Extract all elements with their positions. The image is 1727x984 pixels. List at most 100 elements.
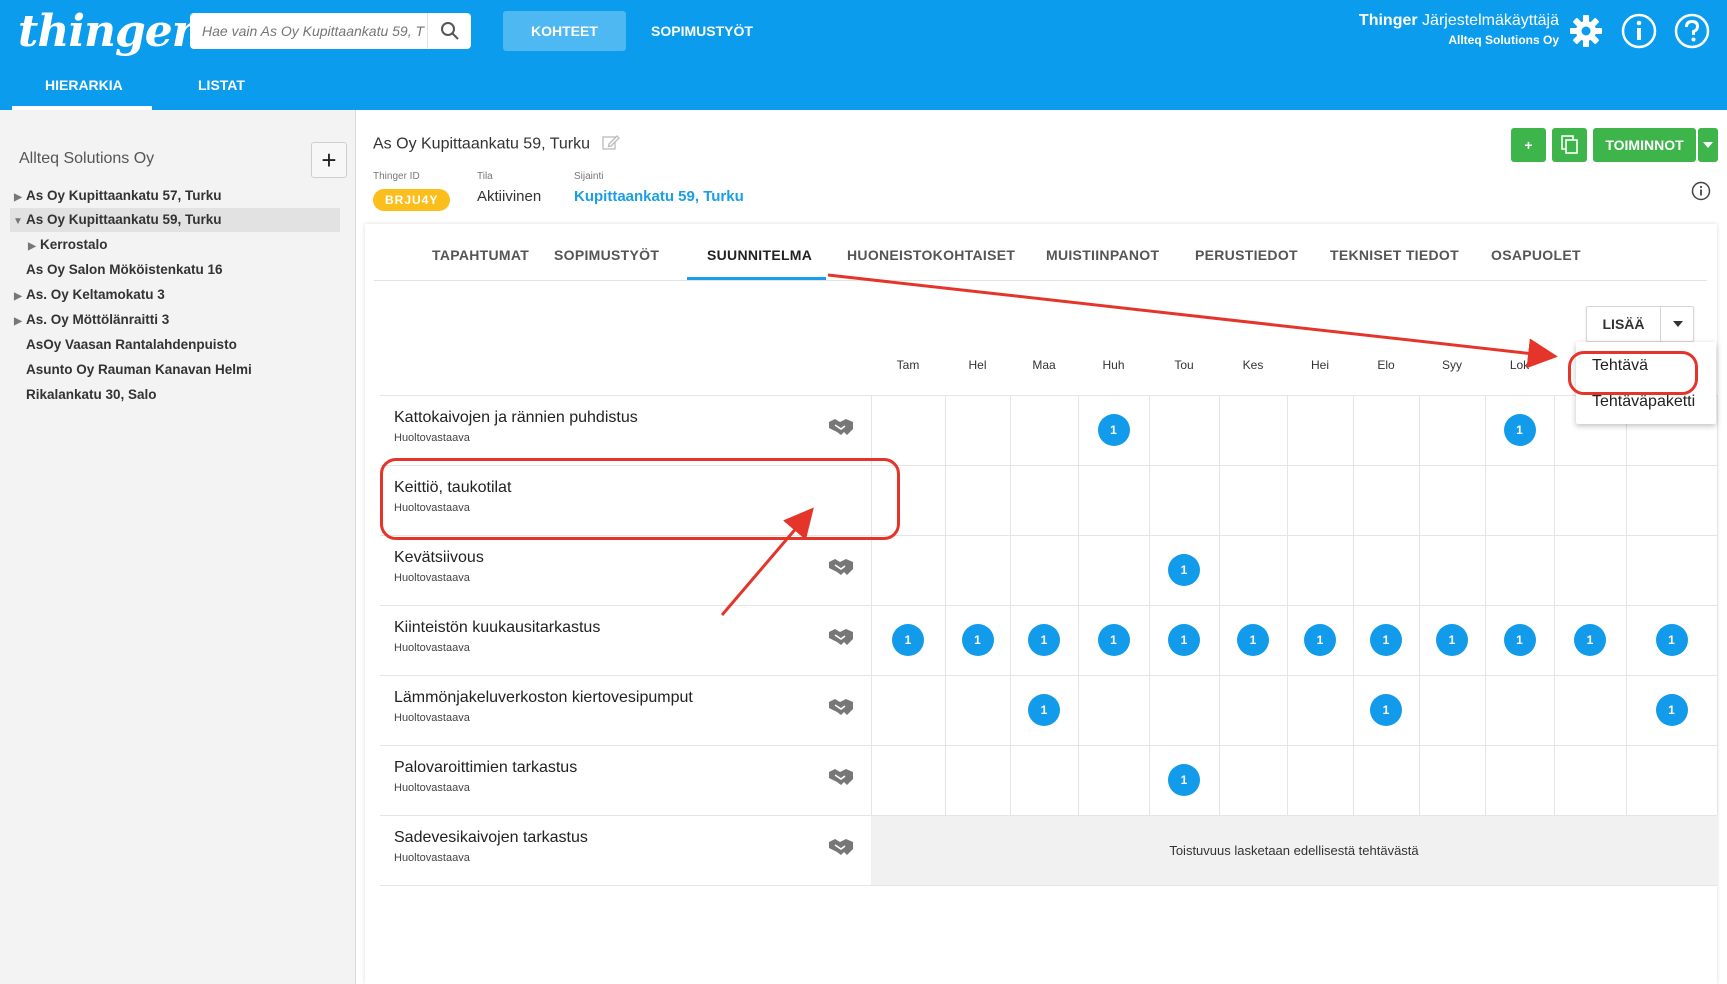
cell-divider xyxy=(1010,395,1011,465)
cell-divider xyxy=(945,465,946,535)
task-row[interactable]: Kiinteistön kuukausitarkastus Huoltovast… xyxy=(380,605,860,675)
gear-icon[interactable] xyxy=(1567,12,1605,50)
nav-sopimustyot[interactable]: SOPIMUSTYÖT xyxy=(623,11,781,51)
task-occurrence-badge[interactable]: 1 xyxy=(1028,624,1060,656)
thinger-logo[interactable]: thinger xyxy=(18,6,195,57)
task-occurrence-badge[interactable]: 1 xyxy=(1574,624,1606,656)
subnav-listat[interactable]: LISTAT xyxy=(198,77,245,93)
handshake-icon[interactable] xyxy=(828,556,854,583)
task-occurrence-badge[interactable]: 1 xyxy=(961,624,994,656)
cell-divider xyxy=(1485,605,1486,675)
handshake-icon[interactable] xyxy=(828,416,854,443)
tab-huoneistokohtaiset[interactable]: HUONEISTOKOHTAISET xyxy=(847,247,1015,267)
tree-item[interactable]: Asunto Oy Rauman Kanavan Helmi xyxy=(10,358,340,382)
help-icon[interactable] xyxy=(1673,12,1711,50)
expand-arrow-icon[interactable]: ▶ xyxy=(10,285,26,309)
cell-divider xyxy=(1078,745,1079,815)
tree-item[interactable]: ▶ Kerrostalo xyxy=(24,233,354,257)
actions-dropdown-toggle[interactable] xyxy=(1698,128,1718,162)
tree-item[interactable]: ▶ As. Oy Keltamokatu 3 xyxy=(10,283,340,307)
handshake-icon[interactable] xyxy=(828,766,854,793)
task-row[interactable]: Sadevesikaivojen tarkastus Huoltovastaav… xyxy=(380,815,860,885)
cell-divider xyxy=(1219,395,1220,465)
task-row[interactable]: Lämmönjakeluverkoston kiertovesipumput H… xyxy=(380,675,860,745)
task-row[interactable]: Kevätsiivous Huoltovastaava xyxy=(380,535,860,605)
task-occurrence-badge[interactable]: 1 xyxy=(1097,414,1130,446)
info-icon[interactable] xyxy=(1691,181,1711,206)
tab-sopimustyot[interactable]: SOPIMUSTYÖT xyxy=(554,247,659,267)
tabs-divider xyxy=(374,280,1707,281)
expand-arrow-icon[interactable]: ▶ xyxy=(10,186,26,210)
expand-arrow-icon[interactable]: ▶ xyxy=(24,235,40,259)
tab-perustiedot[interactable]: PERUSTIEDOT xyxy=(1195,247,1298,267)
task-title: Kevätsiivous xyxy=(394,549,484,566)
cell-divider xyxy=(1554,395,1555,465)
task-occurrence-badge[interactable]: 1 xyxy=(1370,624,1402,656)
tree-item[interactable]: ▶ As Oy Kupittaankatu 57, Turku xyxy=(10,184,340,208)
handshake-icon[interactable] xyxy=(828,836,854,863)
cell-divider xyxy=(1353,395,1354,465)
subnav-hierarkia[interactable]: HIERARKIA xyxy=(45,77,123,93)
tree-item[interactable]: Rikalankatu 30, Salo xyxy=(10,383,340,407)
task-row[interactable]: Kattokaivojen ja rännien puhdistus Huolt… xyxy=(380,395,860,465)
tree-item-selected[interactable]: ▼ As Oy Kupittaankatu 59, Turku xyxy=(10,208,340,232)
task-occurrence-badge[interactable]: 1 xyxy=(1168,554,1200,586)
tree-item[interactable]: ▶ As. Oy Möttölänraitti 3 xyxy=(10,308,340,332)
cell-divider xyxy=(1419,535,1420,605)
handshake-icon[interactable] xyxy=(828,626,854,653)
task-occurrence-badge[interactable]: 1 xyxy=(1503,624,1536,656)
search-input[interactable] xyxy=(190,13,425,49)
actions-button[interactable]: TOIMINNOT xyxy=(1593,128,1696,162)
task-occurrence-badge[interactable]: 1 xyxy=(892,624,924,656)
task-occurrence-badge[interactable]: 1 xyxy=(1655,624,1688,656)
collapse-arrow-icon[interactable]: ▼ xyxy=(10,210,26,234)
tab-osapuolet[interactable]: OSAPUOLET xyxy=(1491,247,1581,267)
tab-tekniset-tiedot[interactable]: TEKNISET TIEDOT xyxy=(1330,247,1459,267)
task-occurrence-badge[interactable]: 1 xyxy=(1304,624,1336,656)
cell-divider xyxy=(1010,675,1011,745)
task-occurrence-badge[interactable]: 1 xyxy=(1655,694,1688,726)
cell-divider xyxy=(945,675,946,745)
cell-divider xyxy=(945,745,946,815)
task-occurrence-badge[interactable]: 1 xyxy=(1028,694,1060,726)
add-task-button[interactable]: LISÄÄ xyxy=(1587,307,1660,341)
add-button[interactable]: + xyxy=(1511,128,1546,162)
menu-item-tehtavapaketti[interactable]: Tehtäväpaketti xyxy=(1592,393,1695,411)
task-occurrence-badge[interactable]: 1 xyxy=(1168,764,1200,796)
task-row[interactable]: Palovaroittimien tarkastus Huoltovastaav… xyxy=(380,745,860,815)
location-link[interactable]: Kupittaankatu 59, Turku xyxy=(574,188,744,205)
nav-kohteet[interactable]: KOHTEET xyxy=(503,11,626,51)
task-occurrence-badge[interactable]: 1 xyxy=(1097,624,1130,656)
task-occurrence-badge[interactable]: 1 xyxy=(1436,624,1468,656)
user-name[interactable]: Thinger Järjestelmäkäyttäjä xyxy=(1359,12,1559,30)
add-node-button[interactable]: + xyxy=(311,142,347,178)
task-occurrence-badge[interactable]: 1 xyxy=(1237,624,1269,656)
task-occurrence-badge[interactable]: 1 xyxy=(1370,694,1402,726)
task-row[interactable]: Keittiö, taukotilat Huoltovastaava xyxy=(380,465,860,535)
cell-divider xyxy=(1717,745,1718,815)
cell-divider xyxy=(1219,535,1220,605)
tree-item[interactable]: AsOy Vaasan Rantalahdenpuisto xyxy=(10,333,340,357)
month-header: Tou xyxy=(1174,358,1194,372)
cell-divider xyxy=(1419,605,1420,675)
tree-item[interactable]: As Oy Salon Mököistenkatu 16 xyxy=(10,258,340,282)
task-occurrence-badge[interactable]: 1 xyxy=(1503,414,1536,446)
tab-muistiinpanot[interactable]: MUISTIINPANOT xyxy=(1046,247,1159,267)
task-title: Palovaroittimien tarkastus xyxy=(394,759,578,776)
cell-divider xyxy=(1626,535,1627,605)
info-icon[interactable] xyxy=(1620,12,1658,50)
cell-divider xyxy=(1717,675,1718,745)
edit-icon[interactable] xyxy=(602,134,621,155)
object-title: As Oy Kupittaankatu 59, Turku xyxy=(373,134,621,155)
handshake-icon[interactable] xyxy=(828,696,854,723)
cell-divider xyxy=(1419,465,1420,535)
task-occurrence-badge[interactable]: 1 xyxy=(1168,624,1200,656)
copy-button[interactable] xyxy=(1552,128,1587,162)
menu-item-tehtava[interactable]: Tehtävä xyxy=(1592,357,1648,375)
task-role: Huoltovastaava xyxy=(394,572,470,584)
add-dropdown-toggle[interactable] xyxy=(1660,307,1694,341)
tab-tapahtumat[interactable]: TAPAHTUMAT xyxy=(432,247,529,267)
search-button[interactable] xyxy=(427,13,471,49)
expand-arrow-icon[interactable]: ▶ xyxy=(10,310,26,334)
tab-suunnitelma[interactable]: SUUNNITELMA xyxy=(707,247,812,267)
